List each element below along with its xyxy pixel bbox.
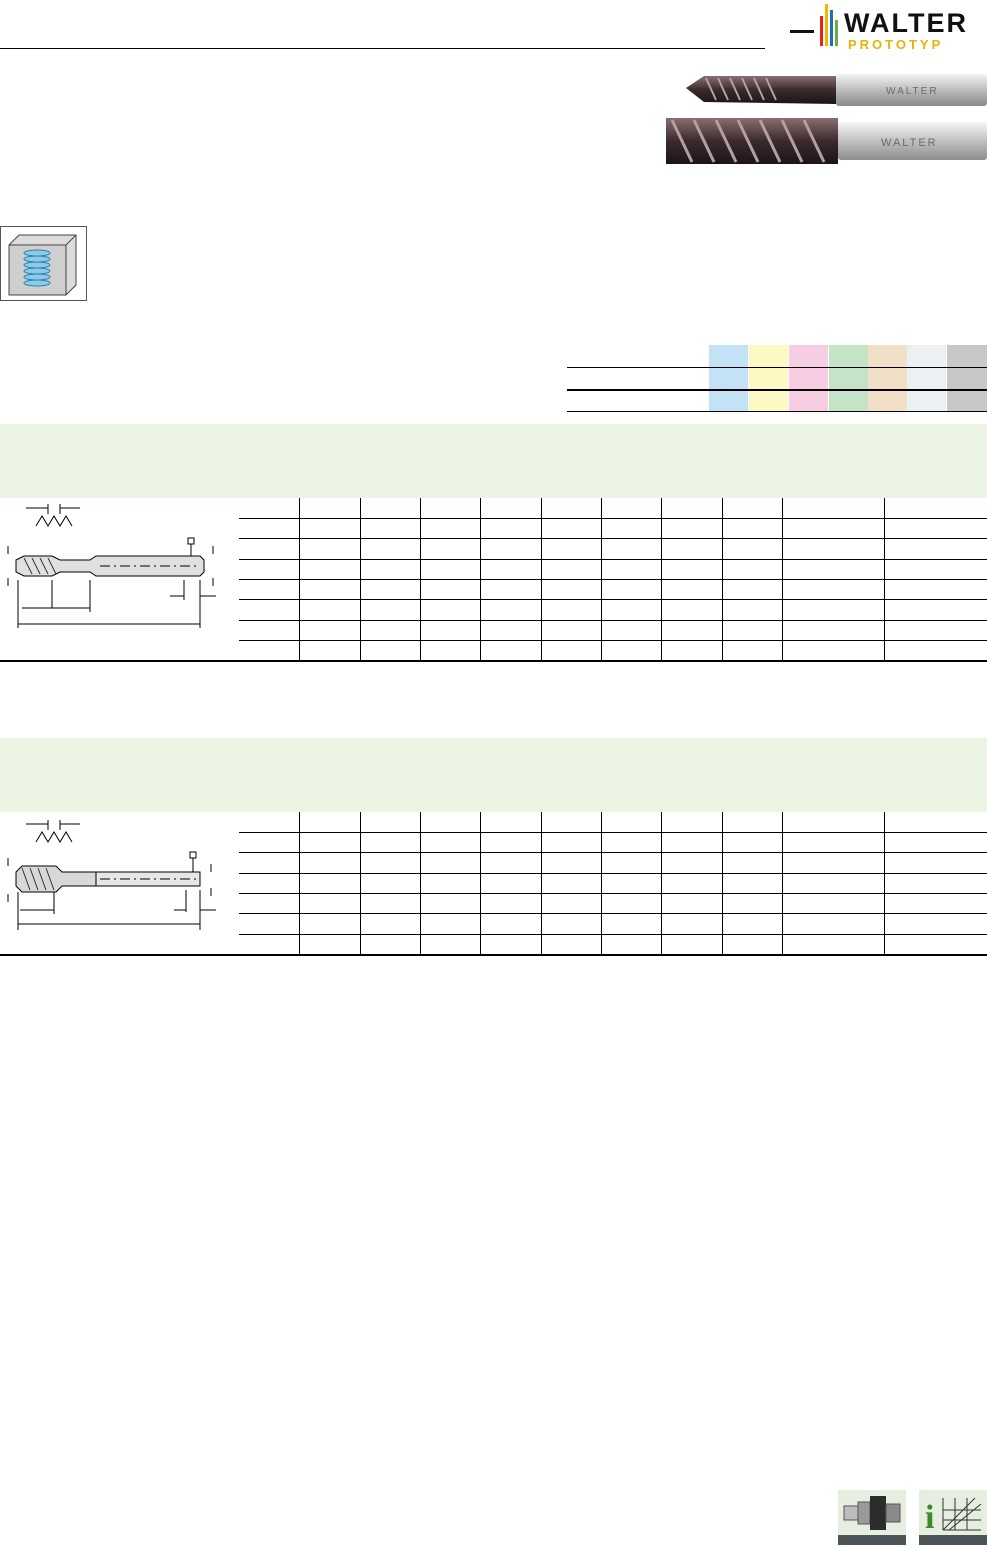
section-1-bottom-rule (0, 660, 987, 662)
svg-text:WALTER: WALTER (881, 137, 938, 149)
logo-subword: PROTOTYP (848, 37, 944, 52)
section-2-bottom-rule (0, 954, 987, 956)
article-table-1 (239, 498, 987, 661)
tap-image-large: WALTER (666, 118, 987, 164)
tap-image-small: WALTER (686, 74, 987, 106)
tap-drawing-1 (7, 504, 216, 628)
section-1-header-band (0, 424, 987, 498)
material-col-m (749, 345, 788, 412)
svg-text:i: i (925, 1499, 934, 1535)
material-col-s (868, 345, 907, 412)
info-diagram-icon[interactable]: i (919, 1490, 987, 1545)
logo-dash (790, 30, 814, 33)
svg-text:WALTER: WALTER (886, 86, 939, 97)
logo-color-bars (820, 4, 840, 46)
material-col-o (947, 345, 987, 412)
walter-prototyp-logo: WALTER PROTOTYP (790, 0, 987, 52)
tool-holder-icon[interactable] (838, 1490, 906, 1545)
material-col-h (907, 345, 946, 412)
section-2-header-band (0, 738, 987, 812)
logo-word: WALTER (844, 8, 968, 38)
material-col-k (789, 345, 828, 412)
material-col-p (709, 345, 748, 412)
header-rule (0, 48, 765, 49)
material-col-n (829, 345, 868, 412)
tap-drawing-2 (7, 820, 216, 930)
material-group-strip (567, 345, 987, 412)
article-table-2 (239, 812, 987, 955)
blind-hole-thread-icon (0, 226, 87, 301)
